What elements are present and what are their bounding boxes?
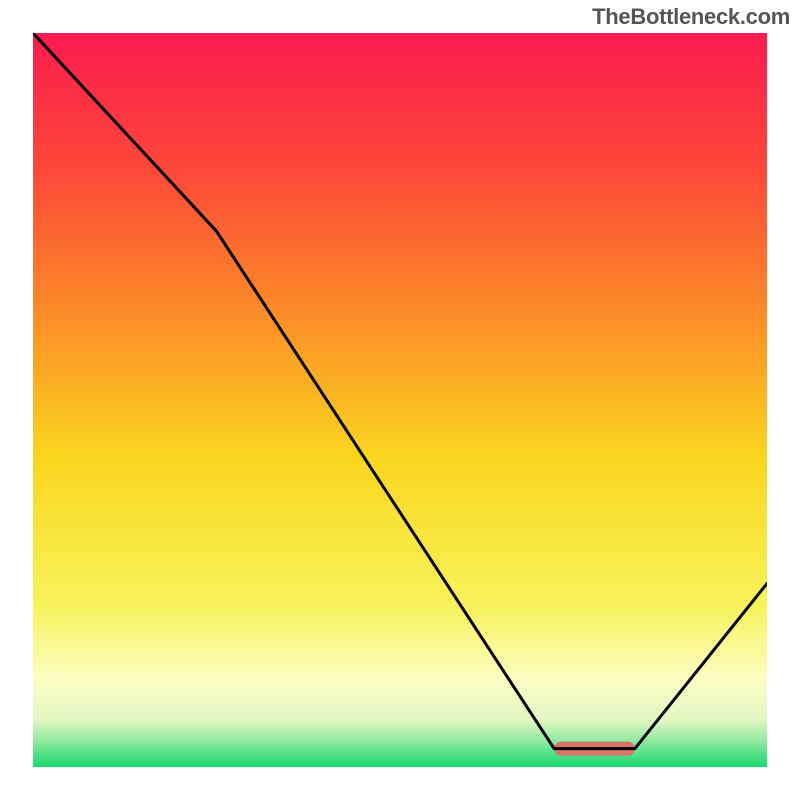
plot-area bbox=[33, 33, 767, 767]
gradient-background bbox=[33, 33, 767, 767]
chart-container: TheBottleneck.com bbox=[0, 0, 800, 800]
watermark-text: TheBottleneck.com bbox=[592, 4, 790, 30]
chart-svg bbox=[33, 33, 767, 767]
